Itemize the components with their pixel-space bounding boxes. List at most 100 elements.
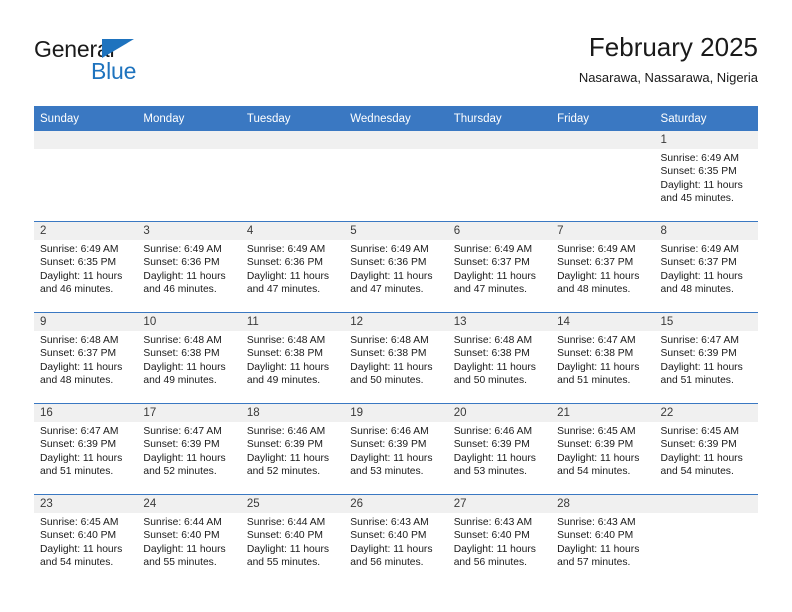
calendar-day-cell[interactable]: 13 Sunrise: 6:48 AM Sunset: 6:38 PM Dayligh… — [447, 312, 552, 404]
day-details: Sunrise: 6:49 AM Sunset: 6:37 PM Daylight:… — [551, 240, 654, 297]
day-number: 22 — [654, 404, 758, 422]
sunrise-text: Sunrise: 6:49 AM — [143, 244, 222, 255]
daylight-text: Daylight: 11 hours and 57 minutes. — [557, 543, 640, 569]
sunrise-text: Sunrise: 6:46 AM — [246, 426, 326, 437]
title-block: February 2025 Nasarawa, Nassarawa, Niger… — [579, 30, 758, 88]
day-cell-inner: 19 Sunrise: 6:46 AM Sunset: 6:39 PM Dayligh… — [344, 404, 448, 494]
day-number: 17 — [137, 404, 241, 422]
calendar-day-cell[interactable]: 16 Sunrise: 6:47 AM Sunset: 6:39 PM Dayligh… — [34, 403, 138, 495]
sunset-text: Sunset: 6:39 PM — [246, 439, 323, 451]
weekday-header-saturday: Saturday — [654, 106, 758, 131]
day-details: Sunrise: 6:48 AM Sunset: 6:38 PM Daylight:… — [137, 331, 240, 388]
calendar-day-cell — [137, 131, 241, 222]
day-number: 9 — [34, 313, 138, 331]
sunset-text: Sunset: 6:37 PM — [40, 348, 117, 360]
weekday-header-tuesday: Tuesday — [240, 106, 345, 131]
daylight-text: Daylight: 11 hours and 56 minutes. — [453, 543, 536, 569]
calendar-day-cell[interactable]: 1 Sunrise: 6:49 AM Sunset: 6:35 PM Daylight… — [654, 131, 758, 222]
sunrise-text: Sunrise: 6:43 AM — [453, 517, 533, 528]
calendar-day-cell[interactable]: 15 Sunrise: 6:47 AM Sunset: 6:39 PM Dayligh… — [654, 312, 758, 404]
sunrise-text: Sunrise: 6:45 AM — [557, 426, 636, 437]
day-number — [137, 131, 241, 149]
sunrise-text: Sunrise: 6:48 AM — [246, 335, 326, 346]
day-cell-inner: 14 Sunrise: 6:47 AM Sunset: 6:38 PM Dayligh… — [551, 313, 655, 403]
brand-logo[interactable]: General Blue — [34, 36, 234, 92]
day-cell-inner: 20 Sunrise: 6:46 AM Sunset: 6:39 PM Dayligh… — [447, 404, 552, 494]
daylight-text: Daylight: 11 hours and 52 minutes. — [143, 452, 226, 478]
calendar-day-cell[interactable]: 28 Sunrise: 6:43 AM Sunset: 6:40 PM Dayligh… — [551, 494, 655, 585]
sunrise-text: Sunrise: 6:49 AM — [40, 244, 119, 255]
day-number: 20 — [447, 404, 552, 422]
calendar-day-cell[interactable]: 22 Sunrise: 6:45 AM Sunset: 6:39 PM Dayligh… — [654, 403, 758, 495]
calendar-day-cell[interactable]: 26 Sunrise: 6:43 AM Sunset: 6:40 PM Dayligh… — [344, 494, 448, 585]
calendar-week-row: 9 Sunrise: 6:48 AM Sunset: 6:37 PM Daylight… — [34, 312, 758, 404]
sunset-text: Sunset: 6:37 PM — [557, 257, 634, 269]
day-cell-inner — [447, 131, 552, 221]
page-subtitle: Nasarawa, Nassarawa, Nigeria — [578, 70, 758, 85]
calendar-day-cell[interactable]: 5 Sunrise: 6:49 AM Sunset: 6:36 PM Daylight… — [344, 221, 448, 313]
day-cell-inner: 23 Sunrise: 6:45 AM Sunset: 6:40 PM Dayligh… — [34, 495, 138, 585]
sunrise-text: Sunrise: 6:46 AM — [453, 426, 533, 437]
sunset-text: Sunset: 6:36 PM — [350, 257, 427, 269]
sunset-text: Sunset: 6:39 PM — [660, 348, 737, 360]
day-details: Sunrise: 6:45 AM Sunset: 6:39 PM Daylight:… — [655, 422, 758, 479]
sunset-text: Sunset: 6:38 PM — [453, 348, 530, 360]
calendar-day-cell[interactable]: 24 Sunrise: 6:44 AM Sunset: 6:40 PM Dayligh… — [137, 494, 241, 585]
calendar-day-cell[interactable]: 4 Sunrise: 6:49 AM Sunset: 6:36 PM Daylight… — [240, 221, 345, 313]
calendar-day-cell[interactable]: 25 Sunrise: 6:44 AM Sunset: 6:40 PM Dayligh… — [240, 494, 345, 585]
calendar-day-cell — [344, 131, 448, 222]
sunset-text: Sunset: 6:38 PM — [246, 348, 323, 360]
calendar-day-cell[interactable]: 27 Sunrise: 6:43 AM Sunset: 6:40 PM Dayligh… — [447, 494, 552, 585]
sunrise-text: Sunrise: 6:47 AM — [40, 426, 119, 437]
day-cell-inner: 9 Sunrise: 6:48 AM Sunset: 6:37 PM Daylight… — [34, 313, 138, 403]
calendar-day-cell[interactable]: 21 Sunrise: 6:45 AM Sunset: 6:39 PM Dayligh… — [551, 403, 655, 495]
daylight-text: Daylight: 11 hours and 48 minutes. — [40, 361, 123, 387]
sunset-text: Sunset: 6:38 PM — [350, 348, 427, 360]
day-details: Sunrise: 6:49 AM Sunset: 6:36 PM Daylight:… — [137, 240, 240, 297]
sunrise-text: Sunrise: 6:49 AM — [660, 153, 739, 164]
sunrise-text: Sunrise: 6:48 AM — [350, 335, 429, 346]
calendar-day-cell[interactable]: 6 Sunrise: 6:49 AM Sunset: 6:37 PM Daylight… — [447, 221, 552, 313]
day-details: Sunrise: 6:49 AM Sunset: 6:36 PM Daylight:… — [344, 240, 447, 297]
calendar-week-row: 2 Sunrise: 6:49 AM Sunset: 6:35 PM Daylight… — [34, 221, 758, 313]
day-details: Sunrise: 6:44 AM Sunset: 6:40 PM Daylight:… — [137, 513, 240, 570]
calendar-day-cell[interactable]: 19 Sunrise: 6:46 AM Sunset: 6:39 PM Dayligh… — [344, 403, 448, 495]
calendar-day-cell[interactable]: 10 Sunrise: 6:48 AM Sunset: 6:38 PM Dayligh… — [137, 312, 241, 404]
calendar-day-cell[interactable]: 7 Sunrise: 6:49 AM Sunset: 6:37 PM Daylight… — [551, 221, 655, 313]
daylight-text: Daylight: 11 hours and 51 minutes. — [557, 361, 640, 387]
sunset-text: Sunset: 6:39 PM — [350, 439, 427, 451]
daylight-text: Daylight: 11 hours and 56 minutes. — [350, 543, 433, 569]
calendar-day-cell — [551, 131, 655, 222]
sunset-text: Sunset: 6:39 PM — [557, 439, 634, 451]
day-details: Sunrise: 6:49 AM Sunset: 6:37 PM Daylight:… — [655, 240, 758, 297]
calendar-header-row: Sunday Monday Tuesday Wednesday Thursday… — [34, 106, 758, 131]
day-cell-inner: 25 Sunrise: 6:44 AM Sunset: 6:40 PM Dayligh… — [240, 495, 345, 585]
calendar-day-cell[interactable]: 8 Sunrise: 6:49 AM Sunset: 6:37 PM Daylight… — [654, 221, 758, 313]
day-number: 21 — [551, 404, 655, 422]
day-number: 25 — [240, 495, 345, 513]
calendar-day-cell[interactable]: 2 Sunrise: 6:49 AM Sunset: 6:35 PM Daylight… — [34, 221, 138, 313]
day-number: 18 — [240, 404, 345, 422]
calendar-day-cell[interactable]: 11 Sunrise: 6:48 AM Sunset: 6:38 PM Dayligh… — [240, 312, 345, 404]
day-details: Sunrise: 6:43 AM Sunset: 6:40 PM Daylight:… — [344, 513, 447, 570]
day-cell-inner: 8 Sunrise: 6:49 AM Sunset: 6:37 PM Daylight… — [654, 222, 758, 312]
calendar-day-cell[interactable]: 12 Sunrise: 6:48 AM Sunset: 6:38 PM Dayligh… — [344, 312, 448, 404]
calendar-day-cell[interactable]: 23 Sunrise: 6:45 AM Sunset: 6:40 PM Dayligh… — [34, 494, 138, 585]
calendar-day-cell[interactable]: 9 Sunrise: 6:48 AM Sunset: 6:37 PM Daylight… — [34, 312, 138, 404]
day-details: Sunrise: 6:46 AM Sunset: 6:39 PM Daylight:… — [448, 422, 551, 479]
calendar-day-cell[interactable]: 3 Sunrise: 6:49 AM Sunset: 6:36 PM Daylight… — [137, 221, 241, 313]
day-number: 11 — [240, 313, 345, 331]
sunset-text: Sunset: 6:36 PM — [246, 257, 323, 269]
day-number: 26 — [344, 495, 448, 513]
day-details: Sunrise: 6:48 AM Sunset: 6:38 PM Daylight:… — [448, 331, 551, 388]
calendar-day-cell[interactable]: 17 Sunrise: 6:47 AM Sunset: 6:39 PM Dayligh… — [137, 403, 241, 495]
calendar-week-row: 23 Sunrise: 6:45 AM Sunset: 6:40 PM Dayligh… — [34, 494, 758, 585]
calendar-day-cell[interactable]: 18 Sunrise: 6:46 AM Sunset: 6:39 PM Dayligh… — [240, 403, 345, 495]
calendar-day-cell[interactable]: 14 Sunrise: 6:47 AM Sunset: 6:38 PM Dayligh… — [551, 312, 655, 404]
daylight-text: Daylight: 11 hours and 52 minutes. — [246, 452, 330, 478]
day-cell-inner: 18 Sunrise: 6:46 AM Sunset: 6:39 PM Dayligh… — [240, 404, 345, 494]
sunset-text: Sunset: 6:36 PM — [143, 257, 220, 269]
sunset-text: Sunset: 6:35 PM — [40, 257, 117, 269]
calendar-day-cell[interactable]: 20 Sunrise: 6:46 AM Sunset: 6:39 PM Dayligh… — [447, 403, 552, 495]
day-details: Sunrise: 6:49 AM Sunset: 6:35 PM Daylight:… — [34, 240, 137, 297]
